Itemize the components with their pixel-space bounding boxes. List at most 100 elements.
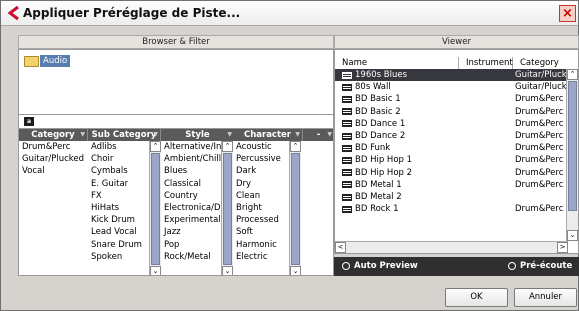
preset-icon <box>342 71 352 79</box>
scroll-thumb[interactable] <box>151 153 160 265</box>
preset-icon <box>342 144 352 152</box>
preset-category: Drum&Perc <box>515 179 564 190</box>
preset-icon <box>342 156 352 164</box>
preset-category: Guitar/Pluck <box>515 70 567 81</box>
preset-category: Drum&Perc <box>515 118 564 129</box>
scroll-down-icon[interactable]: ⌄ <box>150 266 161 275</box>
preset-row[interactable]: BD Metal 2 <box>335 191 578 203</box>
scroll-up-icon[interactable]: ⌃ <box>222 141 233 152</box>
pre-listen-label[interactable]: Pré-écoute <box>520 261 572 271</box>
folder-item-audio[interactable]: Audio <box>24 55 71 67</box>
preset-name: BD Metal 2 <box>355 192 402 203</box>
scroll-thumb[interactable] <box>223 153 232 265</box>
preset-category: Drum&Perc <box>515 106 564 117</box>
preset-name: 1960s Blues <box>355 70 408 81</box>
column-header-extra[interactable]: - ▼ <box>303 129 333 141</box>
apply-track-preset-dialog: Appliquer Préréglage de Piste... × Brows… <box>0 0 579 311</box>
preset-icon <box>342 132 352 140</box>
browser-filter-title: Browser & Filter <box>18 35 334 49</box>
preset-icon <box>342 169 352 177</box>
folder-icon <box>24 55 39 67</box>
column-header-category[interactable]: Category ▼ <box>19 129 88 141</box>
filter-toolbar: a <box>18 115 334 128</box>
preset-row[interactable]: BD Basic 2 Drum&Perc <box>335 106 578 118</box>
preset-row[interactable]: BD Hip Hop 1 Drum&Perc <box>335 154 578 166</box>
sort-arrow-icon: ▼ <box>227 131 232 138</box>
column-header-character[interactable]: Character ▼ <box>233 129 303 141</box>
preset-row[interactable]: BD Hip Hop 2 Drum&Perc <box>335 167 578 179</box>
preset-viewer-list: Name Instrument Category 1960s Blues Guit… <box>334 49 579 254</box>
style-scrollbar[interactable]: ⌃ ⌄ <box>221 141 233 275</box>
filter-item[interactable]: Vocal <box>19 165 88 177</box>
preset-icon <box>342 120 352 128</box>
preset-row[interactable]: BD Metal 1 Drum&Perc <box>335 179 578 191</box>
column-header-instrument[interactable]: Instrument <box>459 57 513 69</box>
scroll-down-icon[interactable]: ⌄ <box>567 230 578 241</box>
preview-bar: Auto Preview Pré-écoute <box>334 257 579 276</box>
auto-preview-label[interactable]: Auto Preview <box>354 261 418 271</box>
title-bar[interactable]: Appliquer Préréglage de Piste... × <box>1 1 578 26</box>
scroll-up-icon[interactable]: ⌃ <box>150 141 161 152</box>
preset-name: BD Metal 1 <box>355 179 402 190</box>
preset-row[interactable]: 1960s Blues Guitar/Pluck <box>335 69 578 82</box>
preset-row[interactable]: BD Dance 2 Drum&Perc <box>335 130 578 142</box>
preset-name: 80s Wall <box>355 82 391 93</box>
subcategory-scrollbar[interactable]: ⌃ ⌄ <box>149 141 161 275</box>
preset-name: BD Hip Hop 1 <box>355 155 413 166</box>
cubase-logo-icon <box>7 5 19 21</box>
preset-row[interactable]: BD Rock 1 Drum&Perc <box>335 203 578 215</box>
filter-toggle-icon[interactable]: a <box>24 117 34 126</box>
scroll-down-icon[interactable]: ⌄ <box>290 266 301 275</box>
preset-name: BD Dance 1 <box>355 118 406 129</box>
close-button[interactable]: × <box>559 5 576 22</box>
scroll-up-icon[interactable]: ⌃ <box>290 141 301 152</box>
viewer-header: Name Instrument Category <box>335 50 578 69</box>
preset-row[interactable]: BD Dance 1 Drum&Perc <box>335 118 578 130</box>
preset-icon <box>342 83 352 91</box>
scroll-down-icon[interactable]: ⌄ <box>222 266 233 275</box>
preset-category: Drum&Perc <box>515 155 564 166</box>
preset-row[interactable]: BD Basic 1 Drum&Perc <box>335 93 578 105</box>
scroll-right-icon[interactable]: > <box>557 242 568 253</box>
column-header-style[interactable]: Style ▼ <box>161 129 235 141</box>
character-scrollbar[interactable]: ⌃ ⌄ <box>289 141 301 275</box>
filter-column-category: Category ▼ Drum&Perc Guitar/Plucked Vocal <box>19 129 88 275</box>
scroll-left-icon[interactable]: < <box>335 242 346 253</box>
auto-preview-radio[interactable] <box>342 262 350 270</box>
preset-row[interactable]: BD Funk Drum&Perc <box>335 142 578 154</box>
filter-item[interactable]: Drum&Perc <box>19 141 88 153</box>
preset-name: BD Basic 2 <box>355 106 401 117</box>
column-header-name[interactable]: Name <box>335 57 459 69</box>
column-header-category[interactable]: Category <box>513 57 567 69</box>
preset-name: BD Hip Hop 2 <box>355 167 413 178</box>
preset-icon <box>342 205 352 213</box>
preset-row[interactable]: 80s Wall Guitar/Pluck <box>335 81 578 93</box>
folder-browser: Audio <box>18 49 334 115</box>
preset-category: Drum&Perc <box>515 131 564 142</box>
preset-category: Drum&Perc <box>515 94 564 105</box>
preset-name: BD Dance 2 <box>355 131 406 142</box>
preset-name: BD Rock 1 <box>355 204 399 215</box>
column-header-subcategory[interactable]: Sub Category ▼ <box>88 129 161 141</box>
sort-arrow-icon: ▼ <box>153 131 158 138</box>
window-title: Appliquer Préréglage de Piste... <box>23 6 241 20</box>
scroll-thumb[interactable] <box>568 81 577 211</box>
folder-label: Audio <box>40 55 71 67</box>
filter-column-extra: - ▼ <box>303 129 333 275</box>
preset-name: BD Funk <box>355 143 391 154</box>
sort-arrow-icon: ▼ <box>80 131 85 138</box>
viewer-vertical-scrollbar[interactable]: ⌃ ⌄ <box>566 69 578 241</box>
filter-item[interactable]: Guitar/Plucked <box>19 153 88 165</box>
viewer-horizontal-scrollbar[interactable]: < > <box>335 241 568 253</box>
pre-listen-radio[interactable] <box>508 262 516 270</box>
preset-icon <box>342 95 352 103</box>
sort-arrow-icon: ▼ <box>295 131 300 138</box>
attribute-filter-grid: Category ▼ Drum&Perc Guitar/Plucked Vocal S… <box>18 128 334 276</box>
filter-column-list: Drum&Perc Guitar/Plucked Vocal <box>19 141 88 178</box>
viewer-title: Viewer <box>334 35 579 49</box>
preset-category: Drum&Perc <box>515 204 564 215</box>
ok-button[interactable]: OK <box>445 288 508 307</box>
cancel-button[interactable]: Annuler <box>514 288 577 307</box>
scroll-up-icon[interactable]: ⌃ <box>567 69 578 80</box>
scroll-thumb[interactable] <box>291 153 300 265</box>
